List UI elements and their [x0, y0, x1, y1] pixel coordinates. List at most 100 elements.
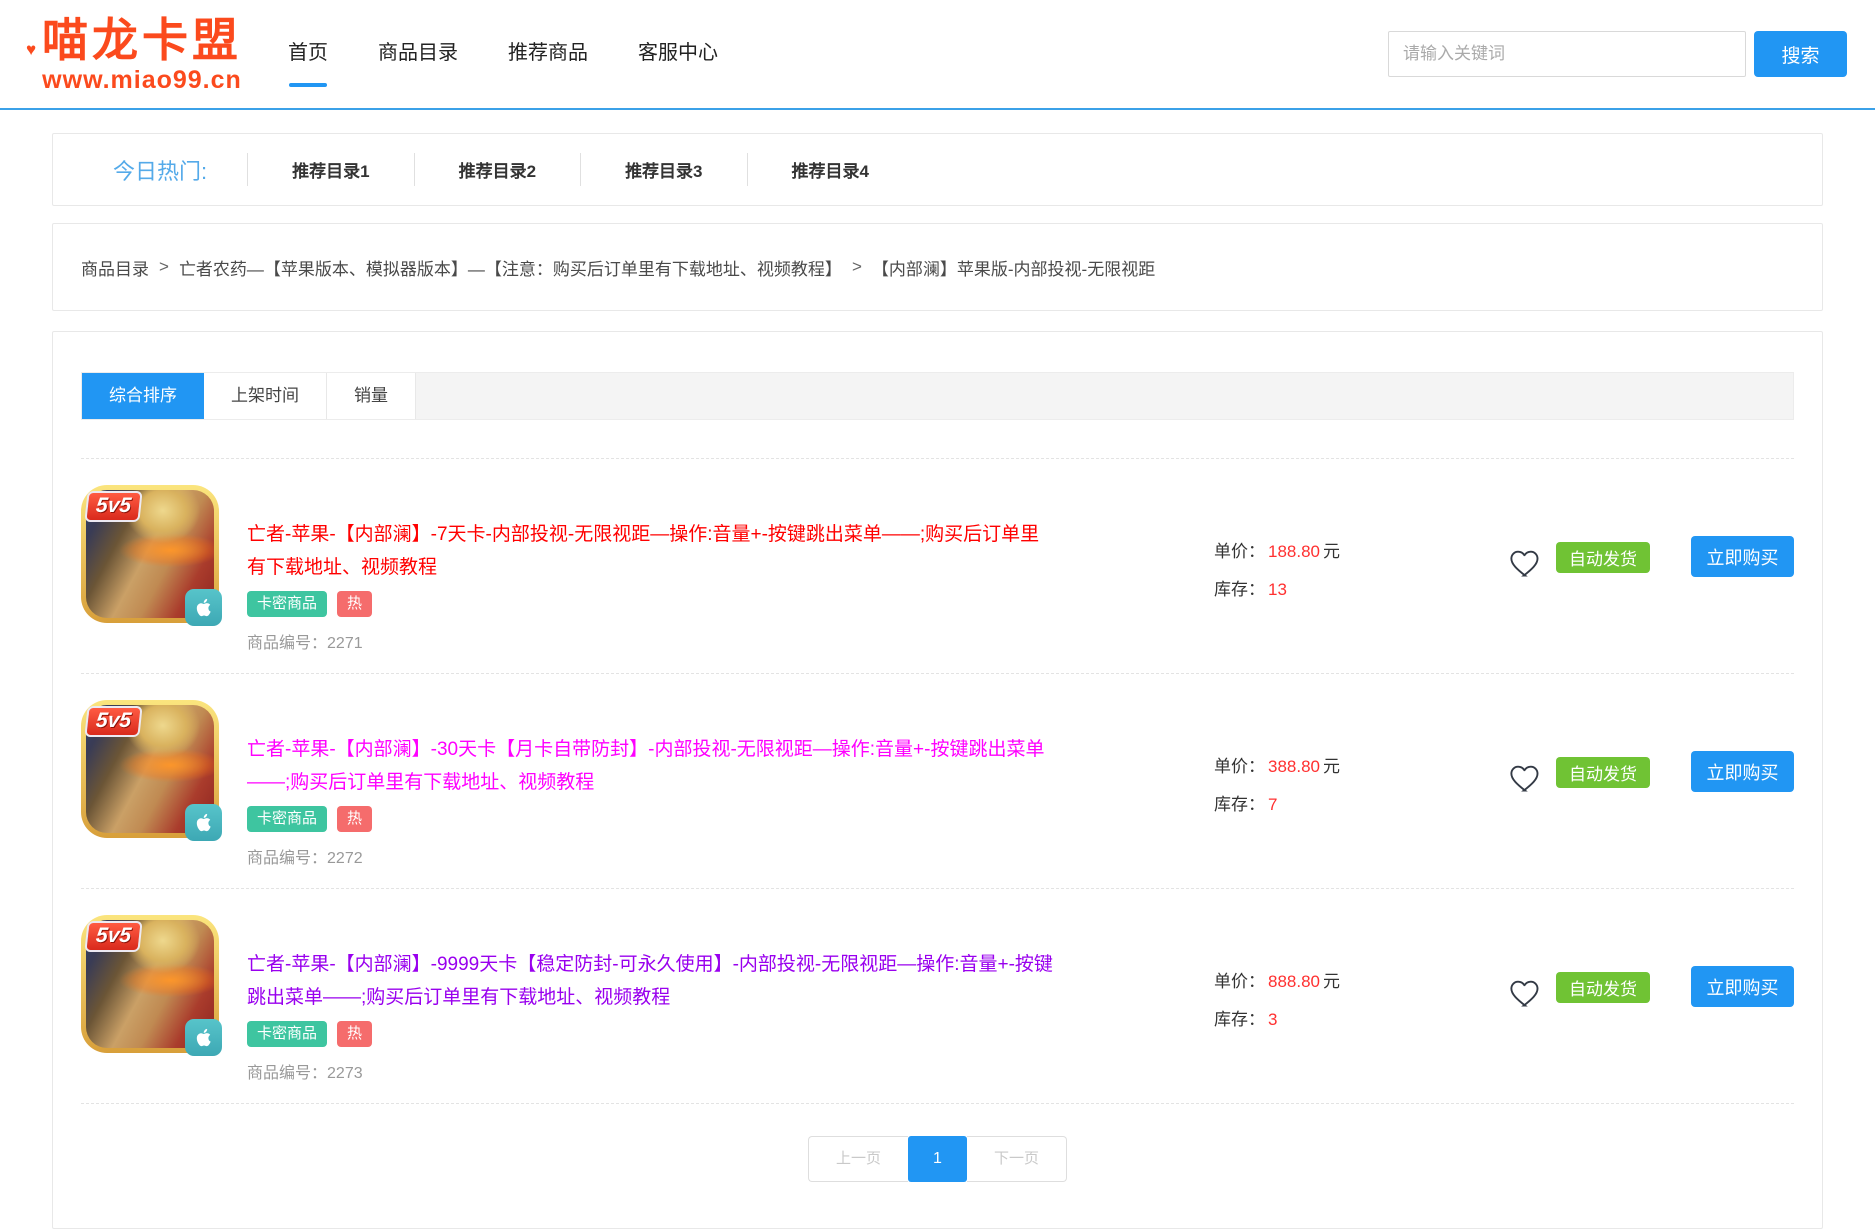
- logo-subtitle: www.miao99.cn: [42, 66, 242, 94]
- favorite-heart-icon[interactable]: [1506, 544, 1544, 582]
- buy-now-button[interactable]: 立即购买: [1691, 751, 1794, 792]
- product-image[interactable]: 5v5: [81, 700, 219, 838]
- tag-card-product: 卡密商品: [247, 1021, 327, 1047]
- price-stock-block: 单价：388.80元 库存：7: [1214, 700, 1366, 868]
- badge-5v5: 5v5: [84, 921, 142, 952]
- breadcrumb-category[interactable]: 亡者农药—【苹果版本、模拟器版本】—【注意：购买后订单里有下载地址、视频教程】: [179, 255, 842, 280]
- product-row: 5v5 亡者-苹果-【内部澜】-7天卡-内部投视-无限视距—操作:音量+-按键跳…: [81, 458, 1794, 673]
- product-row: 5v5 亡者-苹果-【内部澜】-30天卡【月卡自带防封】-内部投视-无限视距—操…: [81, 673, 1794, 888]
- product-sku: 商品编号：2272: [247, 844, 1054, 868]
- nav-item-home[interactable]: 首页: [288, 26, 328, 83]
- tag-hot: 热: [337, 806, 372, 832]
- product-title[interactable]: 亡者-苹果-【内部澜】-7天卡-内部投视-无限视距—操作:音量+-按键跳出菜单—…: [247, 518, 1054, 584]
- product-image[interactable]: 5v5: [81, 915, 219, 1053]
- tab-sort-sales[interactable]: 销量: [327, 373, 416, 419]
- pager: 上一页 1 下一页: [808, 1136, 1067, 1182]
- search-area: 搜索: [1388, 31, 1847, 77]
- stock-line: 库存：13: [1214, 575, 1366, 600]
- product-title[interactable]: 亡者-苹果-【内部澜】-30天卡【月卡自带防封】-内部投视-无限视距—操作:音量…: [247, 733, 1054, 799]
- breadcrumb-catalog[interactable]: 商品目录: [81, 255, 149, 280]
- hot-link-4[interactable]: 推荐目录4: [747, 153, 913, 186]
- tag-hot: 热: [337, 591, 372, 617]
- sku-value: 2273: [327, 1065, 363, 1082]
- today-hot-bar: 今日热门: 推荐目录1 推荐目录2 推荐目录3 推荐目录4: [52, 133, 1823, 206]
- price-unit: 元: [1323, 542, 1340, 561]
- auto-ship-button[interactable]: 自动发货: [1556, 757, 1650, 788]
- price-line: 单价：888.80元: [1214, 967, 1366, 992]
- tab-bar-filler: [416, 373, 1793, 419]
- breadcrumb-separator: >: [159, 257, 169, 277]
- product-tags: 卡密商品 热: [247, 806, 1054, 832]
- stock-label: 库存：: [1214, 1010, 1265, 1029]
- price-stock-block: 单价：188.80元 库存：13: [1214, 485, 1366, 653]
- price-label: 单价：: [1214, 542, 1265, 561]
- auto-ship-button[interactable]: 自动发货: [1556, 972, 1650, 1003]
- prev-page-button[interactable]: 上一页: [808, 1136, 908, 1182]
- stock-label: 库存：: [1214, 795, 1265, 814]
- auto-ship-button[interactable]: 自动发货: [1556, 542, 1650, 573]
- price-label: 单价：: [1214, 757, 1265, 776]
- hot-link-2[interactable]: 推荐目录2: [414, 153, 580, 186]
- search-input[interactable]: [1388, 31, 1746, 77]
- hot-link-1[interactable]: 推荐目录1: [247, 153, 413, 186]
- sku-label: 商品编号：: [247, 635, 327, 652]
- tag-hot: 热: [337, 1021, 372, 1047]
- sku-label: 商品编号：: [247, 850, 327, 867]
- search-button[interactable]: 搜索: [1754, 31, 1847, 77]
- badge-5v5: 5v5: [84, 491, 142, 522]
- price-unit: 元: [1323, 757, 1340, 776]
- breadcrumb: 商品目录 > 亡者农药—【苹果版本、模拟器版本】—【注意：购买后订单里有下载地址…: [52, 223, 1823, 311]
- price-line: 单价：188.80元: [1214, 537, 1366, 562]
- product-sku: 商品编号：2273: [247, 1059, 1054, 1083]
- tag-card-product: 卡密商品: [247, 591, 327, 617]
- nav-item-recommended[interactable]: 推荐商品: [508, 26, 588, 83]
- product-list-panel: 综合排序 上架时间 销量 5v5 亡者-苹果-【内部澜】-7天卡-内部投视-无限…: [52, 331, 1823, 1229]
- buy-now-button[interactable]: 立即购买: [1691, 536, 1794, 577]
- badge-5v5: 5v5: [84, 706, 142, 737]
- sku-value: 2271: [327, 635, 363, 652]
- product-tags: 卡密商品 热: [247, 1021, 1054, 1047]
- price-label: 单价：: [1214, 972, 1265, 991]
- current-page[interactable]: 1: [908, 1136, 967, 1182]
- logo-title: 喵龙卡盟: [42, 14, 242, 66]
- stock-value: 3: [1268, 1010, 1277, 1029]
- tab-sort-comprehensive[interactable]: 综合排序: [82, 373, 204, 419]
- buy-now-button[interactable]: 立即购买: [1691, 966, 1794, 1007]
- price-value: 188.80: [1268, 542, 1320, 561]
- nav-item-catalog[interactable]: 商品目录: [378, 26, 458, 83]
- product-row: 5v5 亡者-苹果-【内部澜】-9999天卡【稳定防封-可永久使用】-内部投视-…: [81, 888, 1794, 1104]
- favorite-heart-icon[interactable]: [1506, 974, 1544, 1012]
- tag-card-product: 卡密商品: [247, 806, 327, 832]
- today-hot-label: 今日热门:: [113, 154, 207, 186]
- tab-sort-listing-time[interactable]: 上架时间: [204, 373, 327, 419]
- price-value: 388.80: [1268, 757, 1320, 776]
- stock-label: 库存：: [1214, 580, 1265, 599]
- nav-item-support[interactable]: 客服中心: [638, 26, 718, 83]
- next-page-button[interactable]: 下一页: [967, 1136, 1067, 1182]
- breadcrumb-separator: >: [852, 257, 862, 277]
- product-info: 亡者-苹果-【内部澜】-7天卡-内部投视-无限视距—操作:音量+-按键跳出菜单—…: [247, 485, 1054, 653]
- price-unit: 元: [1323, 972, 1340, 991]
- favorite-heart-icon[interactable]: [1506, 759, 1544, 797]
- logo-heart-icon: ♥: [26, 40, 36, 60]
- product-sku: 商品编号：2271: [247, 629, 1054, 653]
- hot-link-3[interactable]: 推荐目录3: [580, 153, 746, 186]
- site-header: ♥ 喵龙卡盟 www.miao99.cn 首页 商品目录 推荐商品 客服中心 搜…: [0, 0, 1875, 110]
- breadcrumb-current: 【内部澜】苹果版-内部投视-无限视距: [872, 255, 1155, 280]
- stock-value: 13: [1268, 580, 1287, 599]
- sku-label: 商品编号：: [247, 1065, 327, 1082]
- price-value: 888.80: [1268, 972, 1320, 991]
- apple-icon: [185, 589, 222, 626]
- pagination: 上一页 1 下一页: [81, 1136, 1794, 1182]
- product-image[interactable]: 5v5: [81, 485, 219, 623]
- product-tags: 卡密商品 热: [247, 591, 1054, 617]
- stock-line: 库存：7: [1214, 790, 1366, 815]
- product-info: 亡者-苹果-【内部澜】-9999天卡【稳定防封-可永久使用】-内部投视-无限视距…: [247, 915, 1054, 1083]
- price-line: 单价：388.80元: [1214, 752, 1366, 777]
- stock-value: 7: [1268, 795, 1277, 814]
- site-logo[interactable]: ♥ 喵龙卡盟 www.miao99.cn: [42, 14, 242, 94]
- main-nav: 首页 商品目录 推荐商品 客服中心: [288, 26, 768, 83]
- apple-icon: [185, 1019, 222, 1056]
- sort-tabs: 综合排序 上架时间 销量: [81, 372, 1794, 420]
- product-title[interactable]: 亡者-苹果-【内部澜】-9999天卡【稳定防封-可永久使用】-内部投视-无限视距…: [247, 948, 1054, 1014]
